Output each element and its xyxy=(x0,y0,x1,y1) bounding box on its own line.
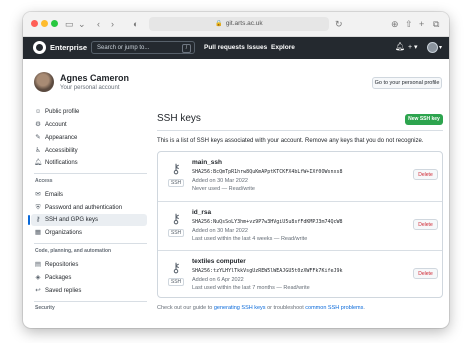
nav-pull-requests[interactable]: Pull requests xyxy=(204,44,245,51)
sidebar-item-accessibility[interactable]: ♿︎ Accessibility xyxy=(34,145,78,156)
new-ssh-key-button[interactable]: New SSH key xyxy=(405,114,443,125)
key-icon: ⚷ SSH xyxy=(168,212,184,237)
page-title: SSH keys xyxy=(157,113,201,124)
sidebar-item-emails[interactable]: ✉ Emails xyxy=(34,189,63,200)
key-last-used: Last used within the last 4 weeks — Read… xyxy=(192,236,308,242)
key-fingerprint: SHA256:BcQmTpR1hrw8QuKmAPptKTCKFX4bLfW+I… xyxy=(192,169,343,175)
delete-key-button[interactable]: Delete xyxy=(413,219,438,230)
chevron-down-icon[interactable]: ▾ xyxy=(439,44,442,51)
browser-window: ▭ ⌄ ‹ › ◐ 🔒 git.arts.ac.uk ↻ ⊕ ⇧ + ⧉ Ente… xyxy=(23,12,449,328)
key-fingerprint: SHA256:tzYLHYlTkkVsgUzREW5lWEAJGU5t0zXWF… xyxy=(192,268,343,274)
key-type-label: SSH xyxy=(168,278,184,286)
generating-ssh-keys-link[interactable]: generating SSH keys xyxy=(214,305,266,311)
key-fingerprint: SHA256:NuQsSoLY3hm+vz9P7w3HVgiU5u8sfFdKM… xyxy=(192,219,343,225)
sidebar-toggle-icon[interactable]: ▭ xyxy=(65,17,74,31)
sidebar-divider xyxy=(34,173,147,174)
key-added-date: Added on 30 Mar 2022 xyxy=(192,178,248,184)
bell-icon[interactable]: 🔔︎ xyxy=(395,42,405,51)
search-shortcut-badge: / xyxy=(182,44,191,53)
sidebar-item-appearance[interactable]: ✎ Appearance xyxy=(34,132,77,143)
key-added-date: Added on 30 Mar 2022 xyxy=(192,228,248,234)
delete-key-button[interactable]: Delete xyxy=(413,268,438,279)
search-input[interactable]: Search or jump to... / xyxy=(91,41,195,54)
key-title: main_ssh xyxy=(192,159,222,166)
key-added-date: Added on 6 Apr 2022 xyxy=(192,277,244,283)
sidebar-item-public-profile[interactable]: ☺ Public profile xyxy=(34,106,80,117)
nav-explore[interactable]: Explore xyxy=(271,44,295,51)
sidebar-item-notifications[interactable]: 🔔︎ Notifications xyxy=(34,157,78,168)
sidebar-item-repositories[interactable]: ▤ Repositories xyxy=(34,259,78,270)
close-window-button[interactable] xyxy=(31,20,38,27)
delete-key-button[interactable]: Delete xyxy=(413,169,438,180)
browser-toolbar: ▭ ⌄ ‹ › ◐ 🔒 git.arts.ac.uk ↻ ⊕ ⇧ + ⧉ xyxy=(23,12,449,37)
tab-overview-icon[interactable]: ⧉ xyxy=(433,17,439,31)
key-icon: ⚷ SSH xyxy=(168,261,184,286)
common-ssh-problems-link[interactable]: common SSH problems xyxy=(305,305,363,311)
zoom-window-button[interactable] xyxy=(51,20,58,27)
minimize-window-button[interactable] xyxy=(41,20,48,27)
enterprise-label[interactable]: Enterprise xyxy=(50,43,87,52)
ssh-key-list: ⚷ SSH main_ssh SHA256:BcQmTpR1hrw8QuKmAPp… xyxy=(157,151,443,298)
search-placeholder: Search or jump to... xyxy=(97,45,150,51)
bell-icon: 🔔︎ xyxy=(34,159,43,166)
sidebar-item-organizations[interactable]: ▦ Organizations xyxy=(34,227,82,238)
personal-profile-button[interactable]: Go to your personal profile xyxy=(372,77,442,89)
title-divider xyxy=(157,130,443,131)
mail-icon: ✉ xyxy=(35,191,41,198)
sidebar-heading-security: Security xyxy=(35,305,55,311)
back-icon[interactable]: ‹ xyxy=(97,17,100,31)
sidebar-heading-access: Access xyxy=(35,178,53,184)
forward-icon[interactable]: › xyxy=(111,17,114,31)
lock-icon: 🔒 xyxy=(215,21,223,27)
sidebar-item-ssh-gpg-keys[interactable]: ⚷ SSH and GPG keys xyxy=(34,214,98,225)
create-new-menu[interactable]: + ▾ xyxy=(408,43,418,51)
ssh-key-row: ⚷ SSH textiles computer SHA256:tzYLHYlTkk… xyxy=(158,250,442,300)
paintbrush-icon: ✎ xyxy=(35,134,41,141)
site-header: Enterprise Search or jump to... / Pull r… xyxy=(23,37,449,59)
package-icon: ◈ xyxy=(35,274,41,281)
organization-icon: ▦ xyxy=(34,229,42,236)
reply-icon: ↩ xyxy=(35,287,41,294)
new-tab-icon[interactable]: + xyxy=(419,17,424,31)
sidebar-divider xyxy=(34,243,147,244)
sidebar-item-password-authentication[interactable]: ⛨ Password and authentication xyxy=(34,202,123,213)
avatar[interactable] xyxy=(427,42,438,53)
accessibility-icon: ♿︎ xyxy=(35,147,41,154)
key-icon: ⚷ SSH xyxy=(168,162,184,187)
key-type-label: SSH xyxy=(168,179,184,187)
shield-icon: ⛨ xyxy=(35,204,41,211)
sidebar-item-saved-replies[interactable]: ↩ Saved replies xyxy=(34,285,81,296)
ssh-key-row: ⚷ SSH id_rsa SHA256:NuQsSoLY3hm+vz9P7w3HV… xyxy=(158,201,442,251)
sidebar-heading-code: Code, planning, and automation xyxy=(35,248,112,254)
key-title: textiles computer xyxy=(192,258,246,265)
ssh-help-note: Check out our guide to generating SSH ke… xyxy=(157,305,365,311)
profile-subtitle: Your personal account xyxy=(60,85,120,91)
sidebar-item-packages[interactable]: ◈ Packages xyxy=(34,272,72,283)
person-icon: ☺ xyxy=(34,108,42,115)
profile-name: Agnes Cameron xyxy=(60,73,130,83)
github-logo-icon[interactable] xyxy=(33,41,46,54)
gear-icon: ⚙ xyxy=(35,121,41,128)
key-last-used: Never used — Read/write xyxy=(192,186,255,192)
address-text: git.arts.ac.uk xyxy=(225,20,263,27)
sidebar-divider xyxy=(34,301,147,302)
address-bar[interactable]: 🔒 git.arts.ac.uk xyxy=(149,17,329,31)
download-icon[interactable]: ⊕ xyxy=(391,17,399,31)
privacy-shield-icon[interactable]: ◐ xyxy=(133,17,138,31)
key-last-used: Last used within the last 7 months — Rea… xyxy=(192,285,310,291)
key-title: id_rsa xyxy=(192,209,212,216)
chevron-down-icon[interactable]: ⌄ xyxy=(78,17,86,31)
nav-issues[interactable]: Issues xyxy=(247,44,267,51)
repo-icon: ▤ xyxy=(34,261,42,268)
profile-avatar xyxy=(34,72,54,92)
share-icon[interactable]: ⇧ xyxy=(405,17,413,31)
key-type-label: SSH xyxy=(168,229,184,237)
ssh-keys-intro: This is a list of SSH keys associated wi… xyxy=(157,138,424,144)
ssh-key-row: ⚷ SSH main_ssh SHA256:BcQmTpR1hrw8QuKmAPp… xyxy=(158,152,442,201)
sidebar-item-account[interactable]: ⚙ Account xyxy=(34,119,67,130)
key-icon: ⚷ xyxy=(35,216,41,223)
reload-icon[interactable]: ↻ xyxy=(335,17,343,31)
